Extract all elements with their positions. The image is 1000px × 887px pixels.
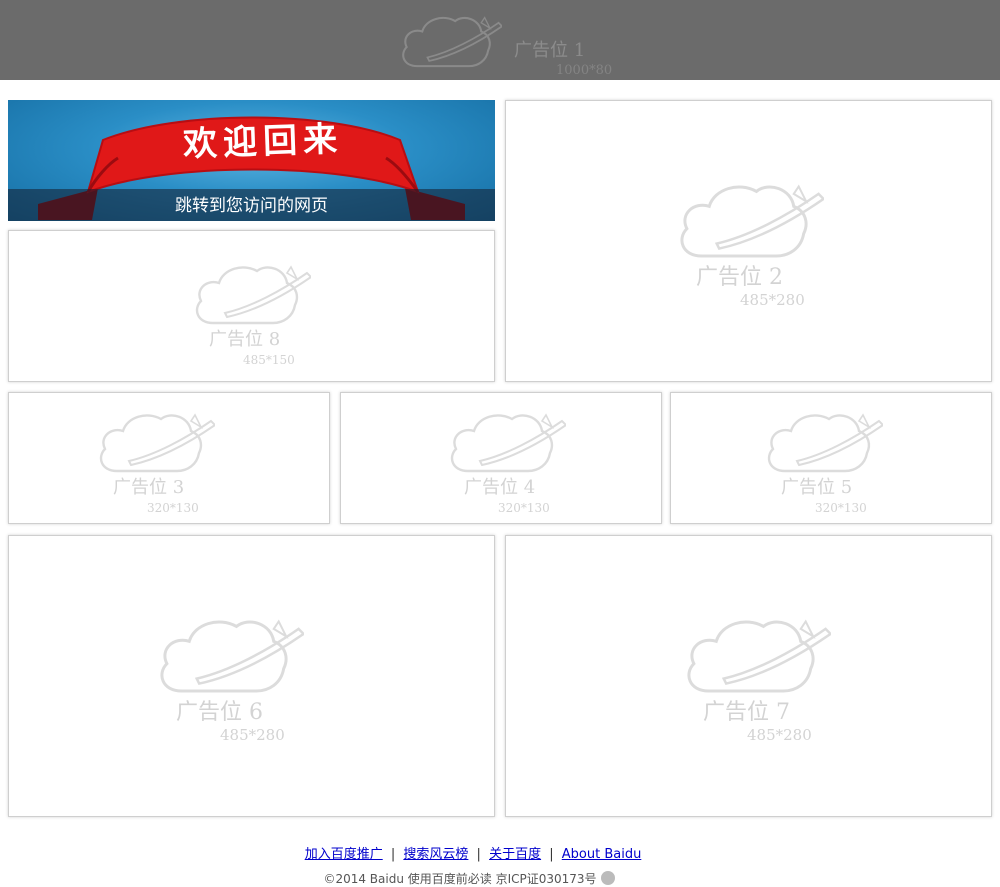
copyright-text: ©2014 Baidu 使用百度前必读 京ICP证030173号 xyxy=(323,872,597,886)
ad-slot-8-size: 485*150 xyxy=(243,353,295,367)
ad-slot-8-title: 广告位 8 xyxy=(209,329,281,350)
cloud-logo-icon xyxy=(446,409,566,475)
cloud-logo-icon xyxy=(154,614,304,696)
cloud-logo-icon xyxy=(763,409,883,475)
cloud-logo-icon xyxy=(398,8,502,74)
police-badge-icon[interactable] xyxy=(600,871,615,885)
copyright-line: ©2014 Baidu 使用百度前必读 京ICP证030173号 xyxy=(0,870,938,887)
ad-slot-3-size: 320*130 xyxy=(147,501,199,515)
ad-slot-7[interactable]: 广告位 7 485*280 xyxy=(505,535,992,817)
ad-slot-2-title: 广告位 2 xyxy=(696,265,783,290)
ad-slot-2[interactable]: 广告位 2 485*280 xyxy=(505,100,992,382)
ad-slot-1-title: 广告位 1 xyxy=(514,40,586,61)
footer-link-about-baidu-cn[interactable]: 关于百度 xyxy=(489,847,541,862)
ad-slot-4-size: 320*130 xyxy=(498,501,550,515)
ad-slot-1-size: 1000*80 xyxy=(556,63,613,78)
ad-slot-6-title: 广告位 6 xyxy=(176,700,263,725)
ad-slot-8[interactable]: 广告位 8 485*150 xyxy=(8,230,495,382)
ad-slot-2-size: 485*280 xyxy=(740,291,805,309)
ad-slot-5-title: 广告位 5 xyxy=(781,477,853,498)
footer-link-search-rankings[interactable]: 搜索风云榜 xyxy=(403,847,468,862)
footer-separator: | xyxy=(476,847,481,862)
ad-slot-7-title: 广告位 7 xyxy=(703,700,790,725)
ad-slot-3[interactable]: 广告位 3 320*130 xyxy=(8,392,330,524)
ad-slot-4[interactable]: 广告位 4 320*130 xyxy=(340,392,662,524)
footer-link-join-promotion[interactable]: 加入百度推广 xyxy=(305,847,383,862)
ad-slot-7-size: 485*280 xyxy=(747,726,812,744)
footer-separator: | xyxy=(549,847,554,862)
cloud-logo-icon xyxy=(191,261,311,327)
ad-slot-4-title: 广告位 4 xyxy=(464,477,536,498)
footer-link-about-baidu[interactable]: About Baidu xyxy=(562,847,642,862)
cloud-logo-icon xyxy=(95,409,215,475)
ad-slot-1[interactable]: 广告位 1 1000*80 xyxy=(0,0,1000,80)
ad-slot-3-title: 广告位 3 xyxy=(113,477,185,498)
welcome-banner[interactable]: 欢迎回来 跳转到您访问的网页 xyxy=(8,100,495,221)
banner-title: 欢迎回来 xyxy=(182,119,344,165)
ad-slot-5-size: 320*130 xyxy=(815,501,867,515)
footer-links: 加入百度推广 | 搜索风云榜 | 关于百度 | About Baidu xyxy=(0,843,946,862)
footer-separator: | xyxy=(390,847,396,862)
ad-slot-6[interactable]: 广告位 6 485*280 xyxy=(8,535,495,817)
cloud-logo-icon xyxy=(681,614,831,696)
ad-slot-5[interactable]: 广告位 5 320*130 xyxy=(670,392,992,524)
banner-caption: 跳转到您访问的网页 xyxy=(175,196,328,216)
ad-slot-6-size: 485*280 xyxy=(220,726,285,744)
cloud-logo-icon xyxy=(674,179,824,261)
